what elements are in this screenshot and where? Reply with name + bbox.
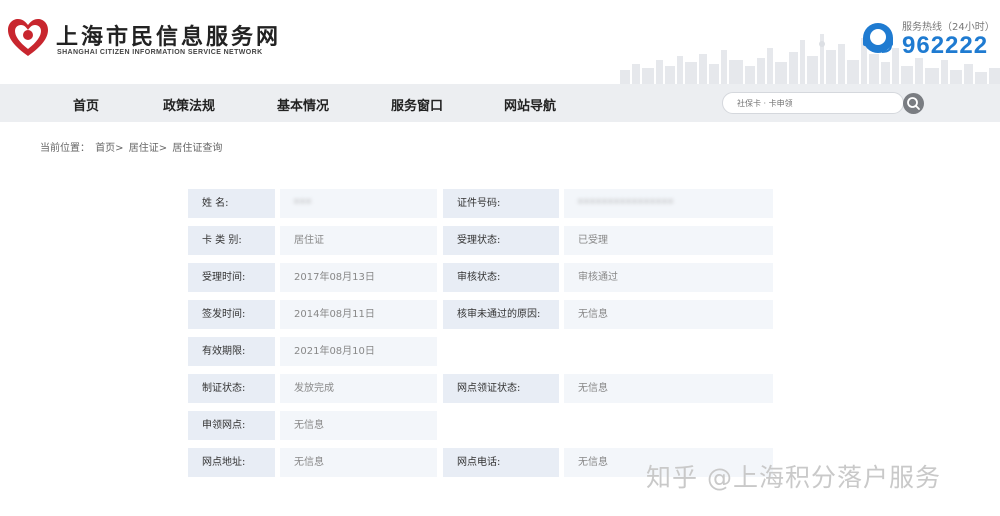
review-status-value: 审核通过 [564,263,773,292]
nav-item-site-map[interactable]: 网站导航 [504,95,556,114]
review-fail-reason-label: 核审未通过的原因: [443,300,559,329]
search-button[interactable] [903,93,924,114]
issue-time-label: 签发时间: [188,300,275,329]
issue-time-value: 2014年08月11日 [280,300,437,329]
headset-icon [863,23,893,53]
search-input[interactable] [722,92,904,114]
site-title: 上海市民信息服务网 [56,25,282,50]
valid-until-label: 有效期限: [188,337,275,366]
id-number-value-text: **************** [578,198,674,209]
apply-point-label: 申领网点: [188,411,275,440]
name-value: *** [280,189,437,218]
review-fail-reason-value: 无信息 [564,300,773,329]
make-status-value: 发放完成 [280,374,437,403]
breadcrumb-residence-permit[interactable]: 居住证> [129,143,167,154]
valid-until-value: 2021年08月10日 [280,337,437,366]
review-status-label: 审核状态: [443,263,559,292]
nav-item-home[interactable]: 首页 [73,95,99,114]
breadcrumb: 当前位置： 首页> 居住证> 居住证查询 [40,139,224,154]
pickup-status-value: 无信息 [564,374,773,403]
point-address-value: 无信息 [280,448,437,477]
site-subtitle: SHANGHAI CITIZEN INFORMATION SERVICE NET… [57,49,263,56]
breadcrumb-home[interactable]: 首页> [95,143,123,154]
accept-status-label: 受理状态: [443,226,559,255]
search-icon [907,97,920,110]
nav-item-service-window[interactable]: 服务窗口 [391,95,443,114]
accept-time-label: 受理时间: [188,263,275,292]
card-type-value: 居住证 [280,226,437,255]
breadcrumb-residence-permit-query: 居住证查询 [172,143,223,154]
hotline-number: 962222 [902,32,989,59]
nav-item-policy[interactable]: 政策法规 [163,95,215,114]
card-type-label: 卡 类 别: [188,226,275,255]
heart-logo-icon[interactable] [6,16,50,60]
accept-time-value: 2017年08月13日 [280,263,437,292]
name-value-text: *** [294,198,312,209]
pickup-status-label: 网点领证状态: [443,374,559,403]
main-nav: 首页 政策法规 基本情况 服务窗口 网站导航 [0,84,1000,122]
apply-point-value: 无信息 [280,411,437,440]
point-phone-label: 网点电话: [443,448,559,477]
zhihu-watermark: 知乎 @上海积分落户服务 [646,463,941,492]
point-address-label: 网点地址: [188,448,275,477]
nav-item-overview[interactable]: 基本情况 [277,95,329,114]
breadcrumb-prefix: 当前位置： [40,143,90,154]
id-number-label: 证件号码: [443,189,559,218]
site-header: 上海市民信息服务网 SHANGHAI CITIZEN INFORMATION S… [0,0,1000,84]
make-status-label: 制证状态: [188,374,275,403]
name-label: 姓 名: [188,189,275,218]
id-number-value: **************** [564,189,773,218]
hotline-label: 服务热线（24小时） [902,22,995,33]
accept-status-value: 已受理 [564,226,773,255]
